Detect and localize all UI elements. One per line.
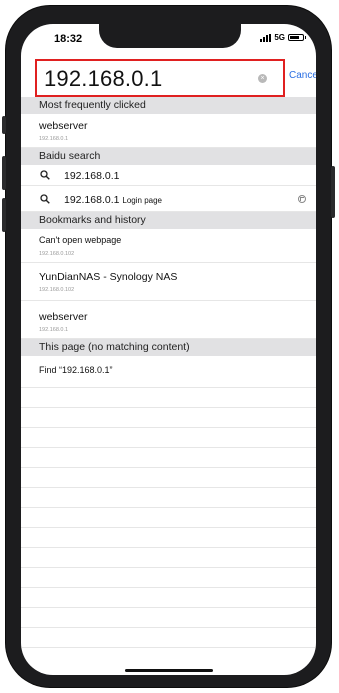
power-button [331,166,335,218]
suggestion-text: 192.168.0.1 [64,170,120,182]
suggestion-list: Most frequently clicked webserver 192.16… [21,97,316,648]
suggestion-text: 192.168.0.1 Login page [64,194,162,206]
empty-row [21,408,316,428]
volume-up-button [2,156,6,190]
list-item[interactable]: YunDianNAS - Synology NAS 192.168.0.102 [21,263,316,301]
section-header-this-page: This page (no matching content) [21,339,316,356]
address-input[interactable]: 192.168.0.1 [44,66,162,92]
item-title: YunDianNAS - Synology NAS [39,271,178,283]
network-label: 5G [274,33,285,42]
empty-row [21,528,316,548]
battery-icon [288,34,306,41]
search-suggestion[interactable]: 192.168.0.1 [21,165,316,186]
empty-row [21,568,316,588]
phone-screen: 18:32 5G 192.168.0.1 × Cancel Most frequ… [21,24,316,675]
magnifier-icon [40,170,50,180]
empty-row [21,548,316,568]
notch [99,24,241,48]
empty-row [21,468,316,488]
volume-down-button [2,198,6,232]
cancel-button[interactable]: Cancel [289,70,316,81]
magnifier-icon [40,194,50,204]
section-header-baidu: Baidu search [21,148,316,165]
list-item[interactable]: Can't open webpage 192.168.0.102 [21,229,316,263]
item-title: webserver [39,120,88,132]
mute-switch [2,116,6,134]
empty-row [21,508,316,528]
arrow-up-left-icon[interactable] [298,195,306,203]
item-title: webserver [39,311,88,323]
item-url: 192.168.0.1 [39,327,69,333]
status-right: 5G [260,33,306,42]
clear-icon[interactable]: × [258,74,267,83]
empty-row [21,388,316,408]
empty-row [21,488,316,508]
empty-row [21,428,316,448]
signal-icon [260,33,272,42]
empty-row [21,628,316,648]
item-url: 192.168.0.1 [39,136,69,142]
item-url: 192.168.0.102 [39,287,75,293]
home-indicator[interactable] [125,669,213,672]
find-label: Find “192.168.0.1” [39,365,113,375]
search-suggestion[interactable]: 192.168.0.1 Login page [21,186,316,212]
empty-row [21,448,316,468]
item-title: Can't open webpage [39,235,122,245]
status-time: 18:32 [54,33,83,45]
empty-row [21,608,316,628]
section-header-frequent: Most frequently clicked [21,97,316,114]
address-bar[interactable]: 192.168.0.1 × [35,59,285,97]
list-item[interactable]: webserver 192.168.0.1 [21,301,316,339]
empty-row [21,588,316,608]
list-item[interactable]: webserver 192.168.0.1 [21,114,316,148]
section-header-bookmarks: Bookmarks and history [21,212,316,229]
find-in-page-item[interactable]: Find “192.168.0.1” [21,356,316,388]
item-url: 192.168.0.102 [39,251,75,257]
